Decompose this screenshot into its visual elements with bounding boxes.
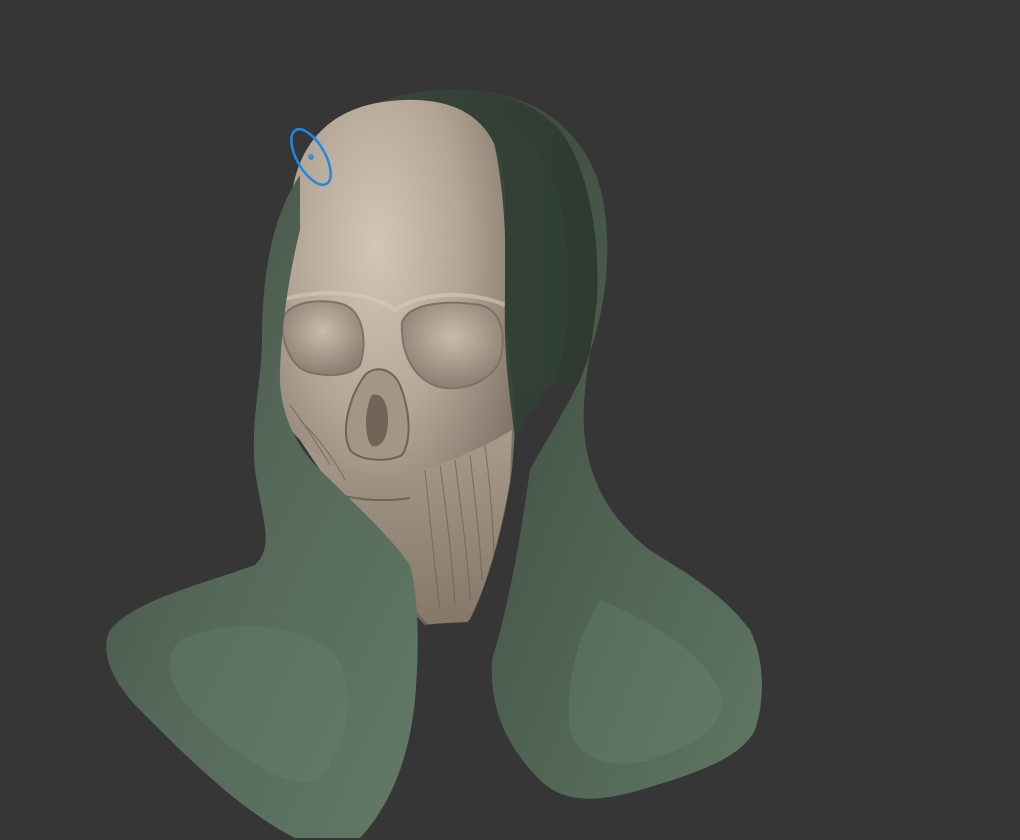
viewport-canvas[interactable] — [0, 0, 1020, 840]
sculpt-viewport[interactable] — [0, 0, 1020, 840]
